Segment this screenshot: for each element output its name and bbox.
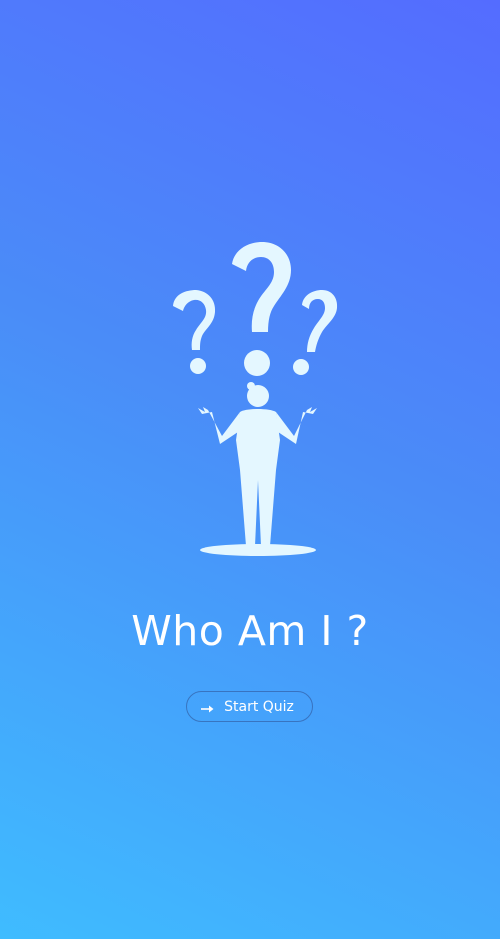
arrow-right-icon [201, 702, 215, 712]
question-marks-icon [173, 242, 338, 376]
person-figure-icon [198, 382, 317, 556]
page-title: Who Am I ? [131, 607, 369, 655]
person-with-question-marks-illustration [173, 242, 338, 556]
start-quiz-button[interactable]: Start Quiz [186, 691, 313, 722]
start-quiz-label: Start Quiz [224, 698, 294, 715]
start-screen: Who Am I ? Start Quiz [0, 0, 500, 939]
